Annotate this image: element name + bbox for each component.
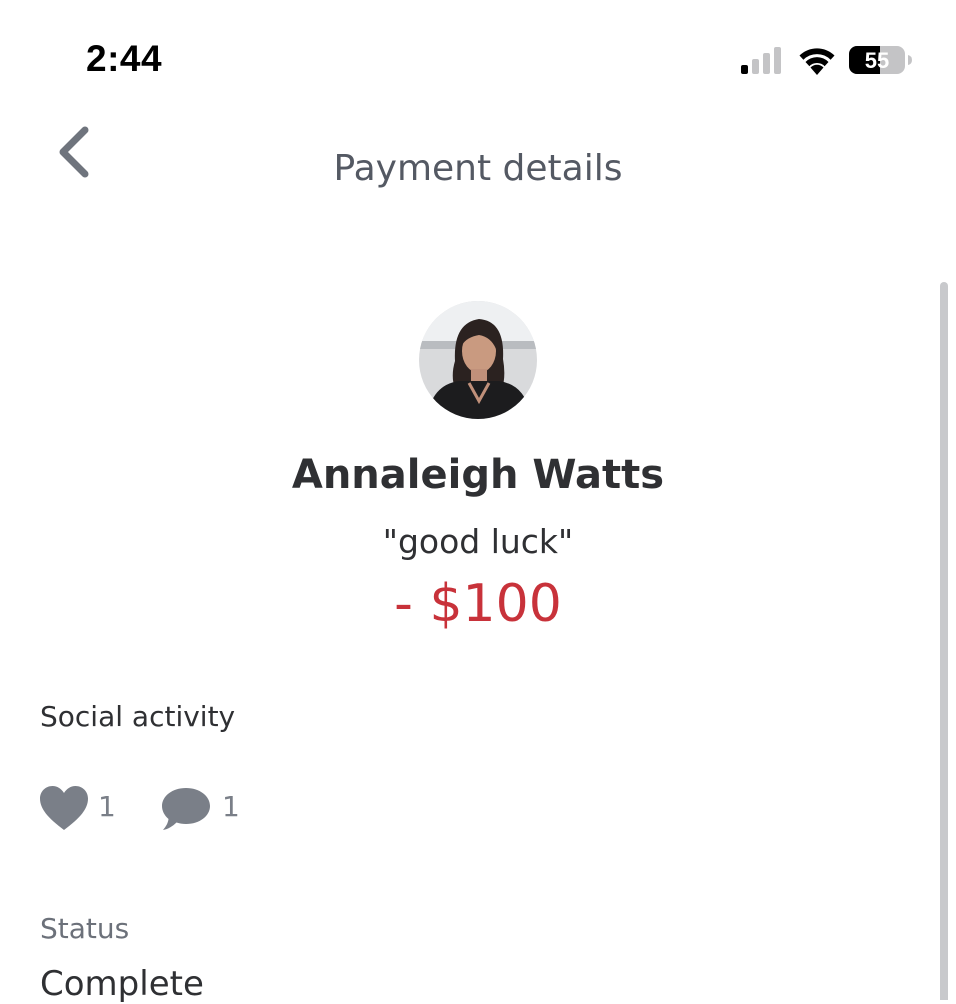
avatar[interactable] [419, 301, 537, 419]
wifi-icon [799, 48, 835, 75]
avatar-photo [419, 301, 537, 419]
social-activity-label: Social activity [40, 700, 236, 733]
payment-amount: - $100 [394, 574, 562, 634]
page-title: Payment details [333, 148, 623, 189]
scrollbar[interactable] [940, 282, 948, 1000]
like-button[interactable]: 1 [38, 782, 128, 834]
battery-icon: 55 [849, 46, 912, 74]
status-value: Complete [40, 964, 204, 1004]
user-name[interactable]: Annaleigh Watts [0, 452, 956, 498]
comment-count: 1 [222, 790, 240, 823]
cellular-signal-icon [741, 47, 781, 74]
status-bar-time: 2:44 [86, 38, 163, 79]
heart-icon [40, 786, 88, 830]
payment-note: "good luck" [382, 522, 574, 561]
comment-icon [162, 788, 210, 830]
battery-level: 55 [865, 48, 889, 73]
status-label: Status [40, 912, 130, 945]
comment-button[interactable]: 1 [160, 782, 260, 834]
like-count: 1 [98, 790, 116, 823]
